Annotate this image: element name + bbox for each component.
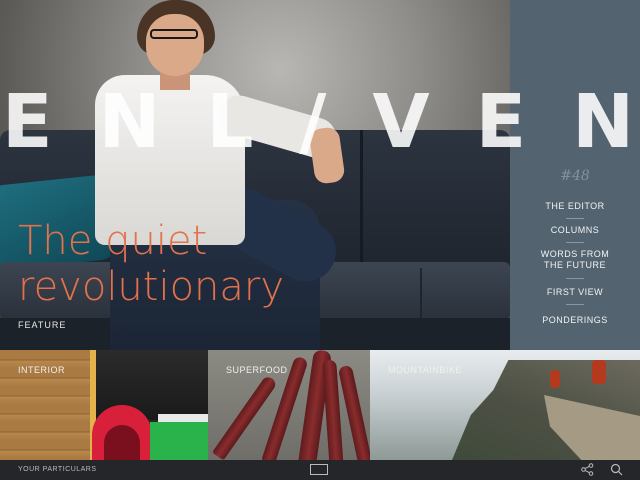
thumb-label-interior: INTERIOR (18, 365, 66, 375)
thumb-mountainbike[interactable]: MOUNTAINBIKE (370, 350, 640, 460)
toc-item-ponderings[interactable]: PONDERINGS (530, 315, 620, 326)
thumb-label-superfood: SUPERFOOD (226, 365, 288, 375)
toc-item-columns[interactable]: COLUMNS (530, 225, 620, 236)
share-icon[interactable] (581, 463, 594, 476)
carrot (337, 364, 370, 460)
masthead-letter: N (572, 79, 634, 165)
table-of-contents: #48 THE EDITOR COLUMNS WORDS FROM THE FU… (510, 0, 640, 350)
issue-number: #48 (560, 168, 590, 184)
masthead-letter: N (98, 79, 161, 165)
toc-divider (566, 218, 584, 219)
toc-divider (566, 304, 584, 305)
magazine-cover-screen: The quiet revolutionary FEATURE #48 THE … (0, 0, 640, 480)
toc-item-first-view[interactable]: FIRST VIEW (530, 287, 620, 298)
person-head (146, 14, 204, 76)
masthead-letter: V (372, 79, 430, 165)
feature-title-line1[interactable]: The quiet (18, 218, 348, 264)
masthead-logo: E N L / V E N (0, 82, 640, 162)
masthead-letter: E (475, 79, 527, 165)
toc-divider (566, 278, 584, 279)
toc-item-the-editor[interactable]: THE EDITOR (530, 201, 620, 212)
person-glasses (150, 29, 198, 39)
toc-divider (566, 242, 584, 243)
your-particulars-link[interactable]: YOUR PARTICULARS (18, 466, 97, 473)
green-block (150, 422, 208, 460)
search-icon[interactable] (610, 463, 623, 476)
cushion-line (420, 268, 422, 320)
toc-item-words-from-the-future[interactable]: WORDS FROM THE FUTURE (530, 249, 620, 271)
rider (550, 370, 560, 388)
feature-title-line2[interactable]: revolutionary (18, 264, 348, 310)
masthead-letter: L (206, 79, 254, 165)
masthead-letter: / (299, 79, 327, 165)
thumb-label-mountainbike: MOUNTAINBIKE (388, 365, 462, 375)
feature-title[interactable]: The quiet revolutionary (18, 218, 348, 310)
cover-photo[interactable]: The quiet revolutionary FEATURE (0, 0, 510, 350)
red-arch-inner (104, 425, 140, 460)
rider (592, 360, 606, 384)
bottom-bar: YOUR PARTICULARS (0, 460, 640, 480)
masthead-letter: E (2, 79, 53, 165)
grid-view-icon[interactable] (310, 464, 328, 475)
thumb-interior[interactable]: INTERIOR (0, 350, 208, 460)
thumb-superfood[interactable]: SUPERFOOD (208, 350, 370, 460)
feature-label: FEATURE (18, 320, 67, 330)
